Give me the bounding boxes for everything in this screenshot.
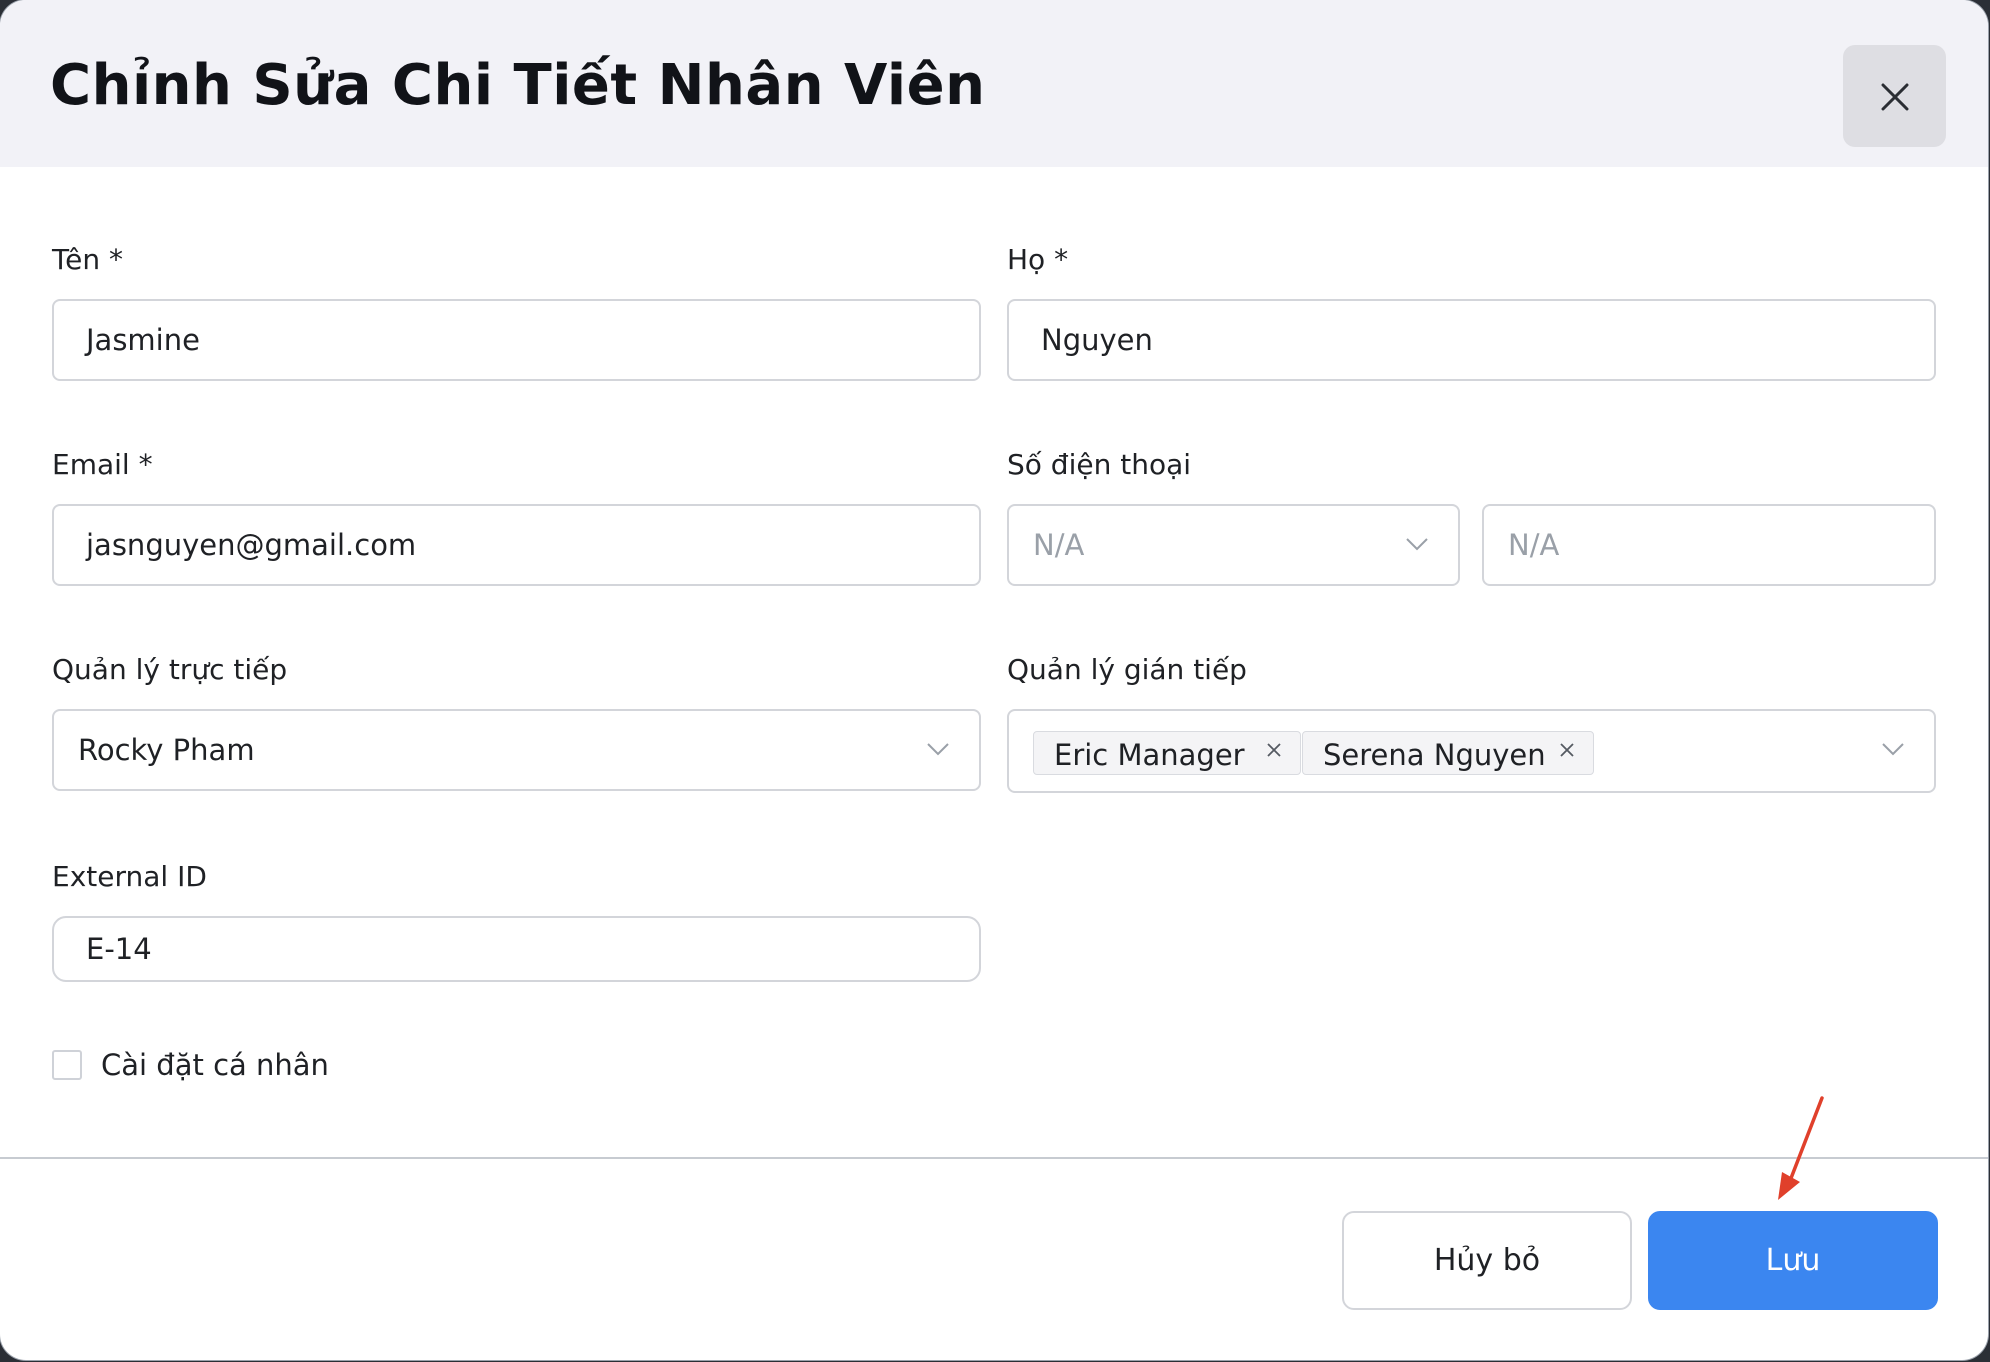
close-button[interactable] — [1843, 45, 1946, 147]
indirect-manager-label: Quản lý gián tiếp — [1007, 653, 1247, 686]
phone-number-input[interactable]: N/A — [1482, 504, 1936, 586]
annotation-arrow-icon — [1778, 1096, 1824, 1200]
tag-label: Eric Manager — [1054, 738, 1245, 772]
last-name-label: Họ * — [1007, 243, 1069, 276]
phone-country-placeholder: N/A — [1033, 528, 1085, 562]
tag-remove-icon[interactable] — [1266, 742, 1282, 758]
edit-employee-modal: Chỉnh Sửa Chi Tiết Nhân Viên Tên * Jasmi… — [0, 0, 1988, 1360]
chevron-down-icon — [1406, 538, 1428, 551]
close-icon — [1881, 83, 1909, 111]
chevron-down-icon — [1882, 743, 1904, 756]
direct-manager-select[interactable]: Rocky Pham — [52, 709, 981, 791]
email-value: jasnguyen@gmail.com — [86, 528, 417, 562]
cancel-button[interactable]: Hủy bỏ — [1342, 1211, 1632, 1310]
tag-eric-manager: Eric Manager — [1033, 731, 1301, 775]
modal-title: Chỉnh Sửa Chi Tiết Nhân Viên — [50, 53, 986, 118]
personal-settings-label[interactable]: Cài đặt cá nhân — [101, 1045, 329, 1085]
tag-label: Serena Nguyen — [1323, 738, 1546, 772]
chevron-down-icon — [927, 743, 949, 756]
personal-settings-checkbox[interactable] — [52, 1050, 82, 1080]
phone-country-select[interactable]: N/A — [1007, 504, 1460, 586]
email-label: Email * — [52, 448, 153, 481]
first-name-input[interactable]: Jasmine — [52, 299, 981, 381]
direct-manager-value: Rocky Pham — [78, 733, 255, 767]
tag-remove-icon[interactable] — [1559, 742, 1575, 758]
phone-label: Số điện thoại — [1007, 448, 1192, 481]
first-name-label: Tên * — [52, 243, 124, 276]
modal-header: Chỉnh Sửa Chi Tiết Nhân Viên — [0, 0, 1988, 167]
external-id-input[interactable]: E-14 — [52, 916, 981, 982]
save-button[interactable]: Lưu — [1648, 1211, 1938, 1310]
footer-divider — [0, 1157, 1988, 1159]
indirect-manager-select[interactable]: Eric Manager Serena Nguyen — [1007, 709, 1936, 793]
tag-serena-nguyen: Serena Nguyen — [1302, 731, 1594, 775]
direct-manager-label: Quản lý trực tiếp — [52, 653, 288, 686]
last-name-value: Nguyen — [1041, 323, 1153, 357]
last-name-input[interactable]: Nguyen — [1007, 299, 1936, 381]
first-name-value: Jasmine — [86, 323, 200, 357]
email-input[interactable]: jasnguyen@gmail.com — [52, 504, 981, 586]
external-id-label: External ID — [52, 860, 207, 893]
phone-number-placeholder: N/A — [1508, 528, 1560, 562]
external-id-value: E-14 — [86, 932, 152, 966]
